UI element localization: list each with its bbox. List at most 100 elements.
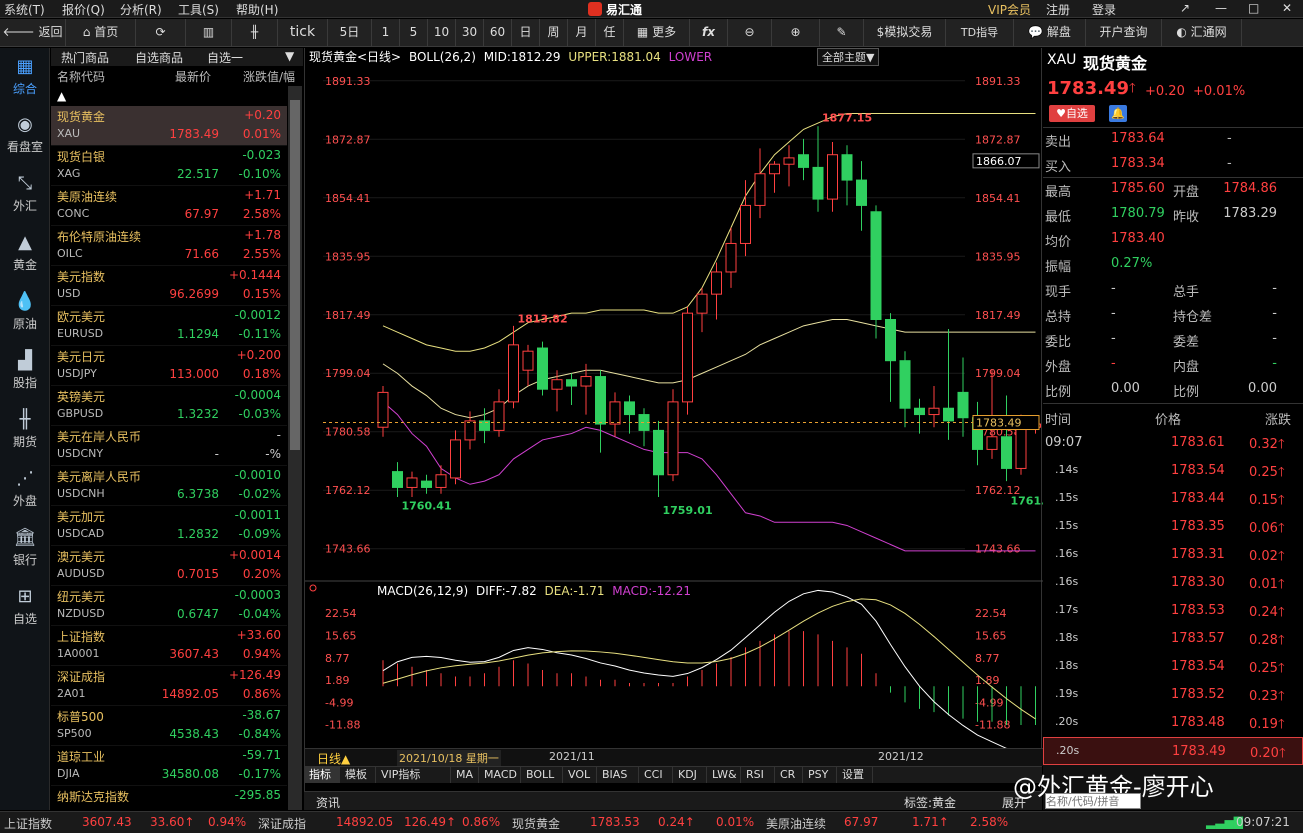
refresh-button[interactable]: ⟳: [136, 19, 186, 46]
indicator-tab[interactable]: CR: [775, 767, 803, 783]
watchlist-scroll-thumb[interactable]: [290, 100, 300, 450]
col-name[interactable]: 名称代码: [57, 68, 105, 85]
menu-help[interactable]: 帮助(H): [236, 1, 278, 18]
sidebar-item-gold[interactable]: ▲ 黄金: [0, 230, 50, 288]
indicator-tab[interactable]: 设置: [837, 767, 873, 783]
pane-close-icon[interactable]: [309, 584, 317, 592]
home-button[interactable]: ⌂ 首页: [66, 19, 136, 46]
formula-button[interactable]: fx: [690, 19, 728, 46]
watchlist-row[interactable]: 美元指数 USD +0.1444 96.2699 0.15%: [51, 266, 287, 306]
menu-tools[interactable]: 工具(S): [178, 1, 219, 18]
period-5d[interactable]: 5日: [328, 19, 372, 46]
indicator-tab[interactable]: VIP指标: [376, 767, 451, 783]
status-name[interactable]: 现货黄金: [512, 815, 560, 832]
period-day[interactable]: 日: [512, 19, 540, 46]
indicator-tab[interactable]: 指标: [304, 767, 340, 783]
period-custom[interactable]: 任: [596, 19, 624, 46]
sim-trade-button[interactable]: $模拟交易: [864, 19, 946, 46]
period-month[interactable]: 月: [568, 19, 596, 46]
watchlist-row[interactable]: 上证指数 1A0001 +33.60 3607.43 0.94%: [51, 626, 287, 666]
add-favorite-button[interactable]: ♥自选: [1049, 105, 1095, 122]
status-name[interactable]: 美原油连续: [766, 815, 826, 832]
sidebar-item-watchroom[interactable]: ◉ 看盘室: [0, 112, 50, 170]
period-week[interactable]: 周: [540, 19, 568, 46]
tab-hot[interactable]: 热门商品: [61, 49, 109, 66]
minimize-icon[interactable]: —: [1215, 1, 1227, 15]
bar-chart-button[interactable]: ▥: [186, 19, 232, 46]
indicator-tab[interactable]: CCI: [639, 767, 673, 783]
zoom-in-button[interactable]: ⊕: [772, 19, 820, 46]
watchlist-row[interactable]: 欧元美元 EURUSD -0.0012 1.1294 -0.11%: [51, 306, 287, 346]
sidebar-item-foreign[interactable]: ⋰ 外盘: [0, 466, 50, 524]
td-guide-button[interactable]: TD指导: [946, 19, 1014, 46]
status-name[interactable]: 深证成指: [258, 815, 306, 832]
watchlist-row[interactable]: 美元加元 USDCAD -0.0011 1.2832 -0.09%: [51, 506, 287, 546]
indicator-tab[interactable]: MA: [451, 767, 479, 783]
chart-panel[interactable]: 1891.33 1891.33 1872.87 1872.87 1854.41 1854.…: [304, 48, 1043, 810]
indicator-tab[interactable]: KDJ: [673, 767, 707, 783]
watchlist-row[interactable]: 道琼工业 DJIA -59.71 34580.08 -0.17%: [51, 746, 287, 786]
news-tab[interactable]: 资讯: [316, 794, 340, 811]
col-price[interactable]: 最新价: [175, 68, 211, 85]
watchlist-row[interactable]: 英镑美元 GBPUSD -0.0004 1.3232 -0.03%: [51, 386, 287, 426]
watchlist-row[interactable]: 标普500 SP500 -38.67 4538.43 -0.84%: [51, 706, 287, 746]
indicator-tab[interactable]: LW&: [707, 767, 741, 783]
search-input[interactable]: [1045, 793, 1141, 809]
status-name[interactable]: 上证指数: [4, 815, 52, 832]
menu-quote[interactable]: 报价(Q): [62, 1, 105, 18]
watchlist-row[interactable]: 纳斯达克指数 -295.85: [51, 786, 287, 810]
period-10m[interactable]: 10: [428, 19, 456, 46]
maximize-icon[interactable]: □: [1248, 1, 1259, 15]
watchlist-row[interactable]: 澳元美元 AUDUSD +0.0014 0.7015 0.20%: [51, 546, 287, 586]
menu-system[interactable]: 系统(T): [4, 1, 45, 18]
sidebar-item-forex[interactable]: ⤡ 外汇: [0, 171, 50, 229]
zoom-out-button[interactable]: ⊖: [728, 19, 772, 46]
indicator-tab[interactable]: BIAS: [597, 767, 639, 783]
period-60m[interactable]: 60: [484, 19, 512, 46]
sidebar-item-index[interactable]: ▟ 股指: [0, 348, 50, 406]
indicator-tab[interactable]: MACD: [479, 767, 521, 783]
indicator-tab[interactable]: 模板: [340, 767, 376, 783]
sidebar-item-oil[interactable]: 💧 原油: [0, 289, 50, 347]
indicator-tab[interactable]: BOLL: [521, 767, 563, 783]
login-link[interactable]: 登录: [1092, 1, 1116, 18]
tab-fav[interactable]: 自选商品: [135, 49, 183, 66]
bell-icon[interactable]: 🔔: [1109, 105, 1127, 122]
sort-up-icon[interactable]: ▲: [51, 86, 287, 106]
analysis-button[interactable]: 💬 解盘: [1014, 19, 1086, 46]
indicator-tab[interactable]: VOL: [563, 767, 597, 783]
boll-label[interactable]: BOLL(26,2): [409, 50, 476, 64]
draw-button[interactable]: ✎: [820, 19, 864, 46]
sidebar-item-favorites[interactable]: ⊞ 自选: [0, 584, 50, 642]
close-icon[interactable]: ✕: [1282, 1, 1292, 15]
sidebar-item-futures[interactable]: ╫ 期货: [0, 407, 50, 465]
col-change[interactable]: 涨跌值/幅: [243, 68, 295, 85]
tick-button[interactable]: tick: [278, 19, 328, 46]
indicator-tab[interactable]: PSY: [803, 767, 837, 783]
watchlist-row[interactable]: 深证成指 2A01 +126.49 14892.05 0.86%: [51, 666, 287, 706]
indicator-tab[interactable]: RSI: [741, 767, 775, 783]
period-30m[interactable]: 30: [456, 19, 484, 46]
watchlist-row[interactable]: 纽元美元 NZDUSD -0.0003 0.6747 -0.04%: [51, 586, 287, 626]
watchlist-row[interactable]: 美原油连续 CONC +1.71 67.97 2.58%: [51, 186, 287, 226]
vip-link[interactable]: VIP会员: [988, 1, 1031, 18]
watchlist-row[interactable]: 美元日元 USDJPY +0.200 113.000 0.18%: [51, 346, 287, 386]
pin-icon[interactable]: ↗: [1180, 1, 1190, 15]
register-link[interactable]: 注册: [1046, 1, 1070, 18]
period-5m[interactable]: 5: [400, 19, 428, 46]
sidebar-item-bank[interactable]: 🏛 银行: [0, 525, 50, 583]
watchlist-row[interactable]: 现货黄金 XAU +0.20 1783.49 0.01%: [51, 106, 287, 146]
tab-fav1[interactable]: 自选一: [207, 49, 243, 66]
period-1m[interactable]: 1: [372, 19, 400, 46]
theme-dropdown[interactable]: 全部主题▼: [817, 48, 880, 66]
watchlist-row[interactable]: 现货白银 XAG -0.023 22.517 -0.10%: [51, 146, 287, 186]
kline-chart[interactable]: 1891.33 1891.33 1872.87 1872.87 1854.41 1854.…: [305, 48, 1043, 766]
watchlist-row[interactable]: 美元在岸人民币 USDCNY - - -%: [51, 426, 287, 466]
candle-chart-button[interactable]: ╫: [232, 19, 278, 46]
account-query-button[interactable]: 开户查询: [1086, 19, 1162, 46]
menu-analysis[interactable]: 分析(R): [120, 1, 162, 18]
watchlist-row[interactable]: 美元离岸人民币 USDCNH -0.0010 6.3738 -0.02%: [51, 466, 287, 506]
sidebar-item-overview[interactable]: ▦ 综合: [0, 54, 50, 112]
more-button[interactable]: ▦ 更多: [624, 19, 690, 46]
fx678-button[interactable]: ◐ 汇通网: [1162, 19, 1242, 46]
